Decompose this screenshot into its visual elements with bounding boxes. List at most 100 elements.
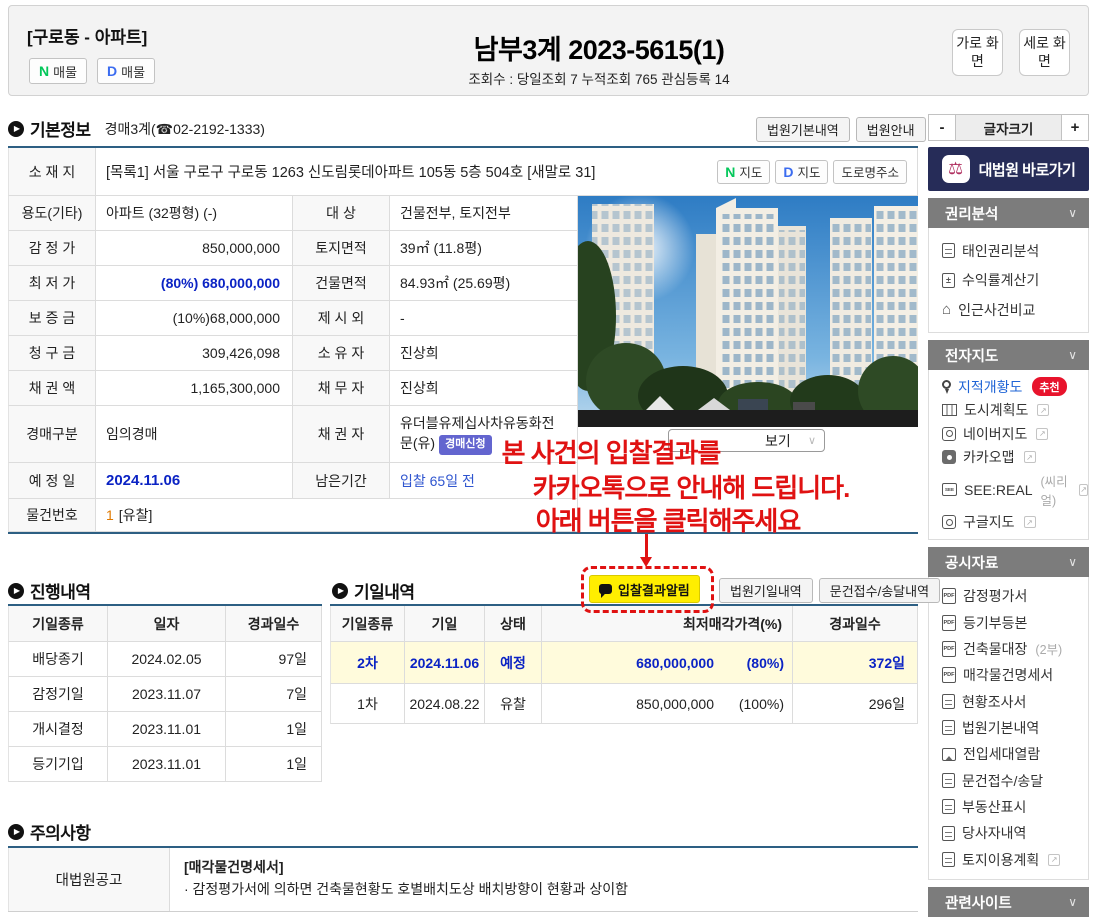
sidebar-item-property-indication[interactable]: 부동산표시: [929, 797, 1088, 817]
extra-value: -: [390, 301, 578, 336]
progress-days: 1일: [226, 712, 322, 747]
section-header-label: 권리분석: [945, 203, 998, 224]
target-label: 대 상: [293, 196, 390, 231]
sidebar-item-nearby-cases[interactable]: ⌂ 인근사건비교: [929, 300, 1088, 320]
daum-icon: D: [107, 63, 117, 79]
case-title: 남부3계 2023-5615(1): [289, 28, 909, 67]
document-list-icon: [942, 773, 955, 788]
creditor-label: 채 권 자: [293, 406, 390, 463]
sidebar-item-naver-map[interactable]: 네이버지도 ↗: [929, 424, 1088, 444]
sidebar-item-sale-specification[interactable]: 매각물건명세서: [929, 665, 1088, 685]
promo-text-line2: 카카오톡으로 안내해 드립니다.: [466, 468, 916, 505]
supreme-court-label: 대법원 바로가기: [979, 159, 1076, 180]
naver-listing-button[interactable]: N 매물: [29, 58, 87, 84]
sidebar-item-suffix: (2부): [1035, 639, 1062, 658]
sidebar-item-status-survey[interactable]: 현황조사서: [929, 692, 1088, 712]
court-guide-button[interactable]: 법원안내: [856, 117, 926, 142]
court-detail-button[interactable]: 법원기본내역: [756, 117, 850, 142]
supreme-court-link[interactable]: ⚖ 대법원 바로가기: [928, 147, 1089, 191]
sidebar-item-seereal[interactable]: SEE:REAL (씨리얼) ↗: [929, 471, 1088, 509]
schedule-title-text: 기일내역: [354, 578, 415, 603]
sidebar-item-label: 전입세대열람: [963, 744, 1040, 764]
naver-icon: N: [725, 164, 735, 180]
sidebar-item-label: 건축물대장: [963, 639, 1027, 659]
schedule-date: 2024.08.22: [405, 684, 485, 724]
sidebar-item-register-copy[interactable]: 등기부등본: [929, 613, 1088, 633]
public-docs-panel: 감정평가서 등기부등본 건축물대장 (2부) 매각물건명세서 현황조사서 법원기…: [928, 577, 1089, 880]
bid-result-alert-label: 입찰결과알림: [618, 580, 690, 599]
naver-map-button[interactable]: N지도: [717, 160, 770, 184]
table-row: 감정기일 2023.11.07 7일: [8, 677, 322, 712]
table-row: 등기기입 2023.11.01 1일: [8, 747, 322, 782]
owner-label: 소 유 자: [293, 336, 390, 371]
bid-result-alert-button[interactable]: 입찰결과알림: [589, 575, 700, 603]
usage-value: 아파트 (32평형) (-): [96, 196, 293, 231]
schedule-col-round: 기일종류: [330, 606, 405, 642]
font-larger-button[interactable]: +: [1061, 115, 1088, 140]
schedule-section-title: ▶ 기일내역: [332, 578, 415, 603]
court-phone: 경매3계(☎02-2192-1333): [105, 119, 265, 139]
land-area-label: 토지면적: [293, 231, 390, 266]
sidebar-item-label: 법원기본내역: [962, 718, 1039, 738]
building-area-label: 건물면적: [293, 266, 390, 301]
external-link-icon: ↗: [1036, 428, 1048, 440]
address-text: [목록1] 서울 구로구 구로동 1263 신도림롯데아파트 105동 5층 5…: [106, 161, 709, 182]
sidebar-item-label: 인근사건비교: [958, 300, 1035, 320]
item-number-label: 물건번호: [8, 499, 96, 532]
sidebar-item-resident-lookup[interactable]: 전입세대열람: [929, 744, 1088, 764]
external-link-icon: ↗: [1024, 516, 1036, 528]
font-smaller-button[interactable]: -: [929, 115, 956, 140]
section-header-public-docs[interactable]: 공시자료 ∨: [928, 547, 1089, 577]
sidebar-item-city-plan-map[interactable]: 도시계획도 ↗: [929, 400, 1088, 420]
section-header-rights-analysis[interactable]: 권리분석 ∨: [928, 198, 1089, 228]
daum-map-button[interactable]: D지도: [775, 160, 828, 184]
progress-kind: 등기기입: [8, 747, 108, 782]
sidebar-item-land-use-plan[interactable]: 토지이용계획 ↗: [929, 850, 1088, 870]
sidebar-item-appraisal-report[interactable]: 감정평가서: [929, 586, 1088, 606]
progress-date: 2023.11.01: [108, 712, 226, 747]
sidebar-item-cadastral-map[interactable]: 지적개황도 추천: [929, 377, 1088, 397]
sidebar-item-kakao-map[interactable]: 카카오맵 ↗: [929, 447, 1088, 467]
sidebar-item-party-details[interactable]: 당사자내역: [929, 823, 1088, 843]
font-size-label: 글자크기: [956, 115, 1061, 140]
progress-title-text: 진행내역: [30, 578, 91, 603]
court-schedule-button[interactable]: 법원기일내역: [719, 578, 813, 603]
sidebar-item-label: 태인권리분석: [962, 241, 1039, 261]
portrait-view-button[interactable]: 세로 화면: [1019, 29, 1070, 76]
pdf-icon: [942, 667, 956, 683]
apartment-photo-image: [578, 196, 918, 427]
sidebar-item-yield-calculator[interactable]: 수익률계산기: [929, 270, 1088, 290]
progress-kind: 개시결정: [8, 712, 108, 747]
promo-down-arrow: [645, 534, 648, 558]
daum-listing-button[interactable]: D 매물: [97, 58, 155, 84]
sidebar-item-document-delivery[interactable]: 문건접수/송달: [929, 771, 1088, 791]
target-value: 건물전부, 토지전부: [390, 196, 578, 231]
sidebar-item-taein-rights[interactable]: 태인권리분석: [929, 241, 1088, 261]
notice-table: 대법원공고 [매각물건명세서] · 감정평가서에 의하면 건축물현황도 호별배치…: [8, 846, 918, 912]
claim-label: 청 구 금: [8, 336, 96, 371]
document-delivery-button[interactable]: 문건접수/송달내역: [819, 578, 940, 603]
pdf-icon: [942, 641, 956, 657]
sidebar-item-google-map[interactable]: 구글지도 ↗: [929, 512, 1088, 532]
property-photo[interactable]: [578, 196, 918, 463]
section-header-related-sites[interactable]: 관련사이트 ∨: [928, 887, 1089, 917]
notice-heading: [매각물건명세서]: [184, 857, 904, 879]
sidebar-item-court-basic-detail[interactable]: 법원기본내역: [929, 718, 1088, 738]
external-link-icon: ↗: [1048, 854, 1060, 866]
schedule-round: 2차: [330, 642, 405, 684]
debtor-label: 채 무 자: [293, 371, 390, 406]
promo-text-line1: 본 사건의 입찰결과를: [386, 433, 836, 470]
pdf-icon: [942, 615, 956, 631]
section-arrow-icon: ▶: [8, 583, 24, 599]
section-header-e-map[interactable]: 전자지도 ∨: [928, 340, 1089, 370]
sidebar-item-building-ledger[interactable]: 건축물대장 (2부): [929, 639, 1088, 659]
road-address-button[interactable]: 도로명주소: [833, 160, 907, 184]
font-size-widget: - 글자크기 +: [928, 114, 1089, 141]
basic-info-title-text: 기본정보: [30, 116, 91, 141]
notice-section-title: ▶ 주의사항: [8, 819, 91, 844]
schedule-days: 296일: [793, 684, 918, 724]
page-header: [구로동 - 아파트] N 매물 D 매물 남부3계 2023-5615(1) …: [8, 5, 1089, 96]
min-price-label: 최 저 가: [8, 266, 96, 301]
landscape-view-button[interactable]: 가로 화면: [952, 29, 1003, 76]
google-map-icon: [942, 515, 956, 529]
